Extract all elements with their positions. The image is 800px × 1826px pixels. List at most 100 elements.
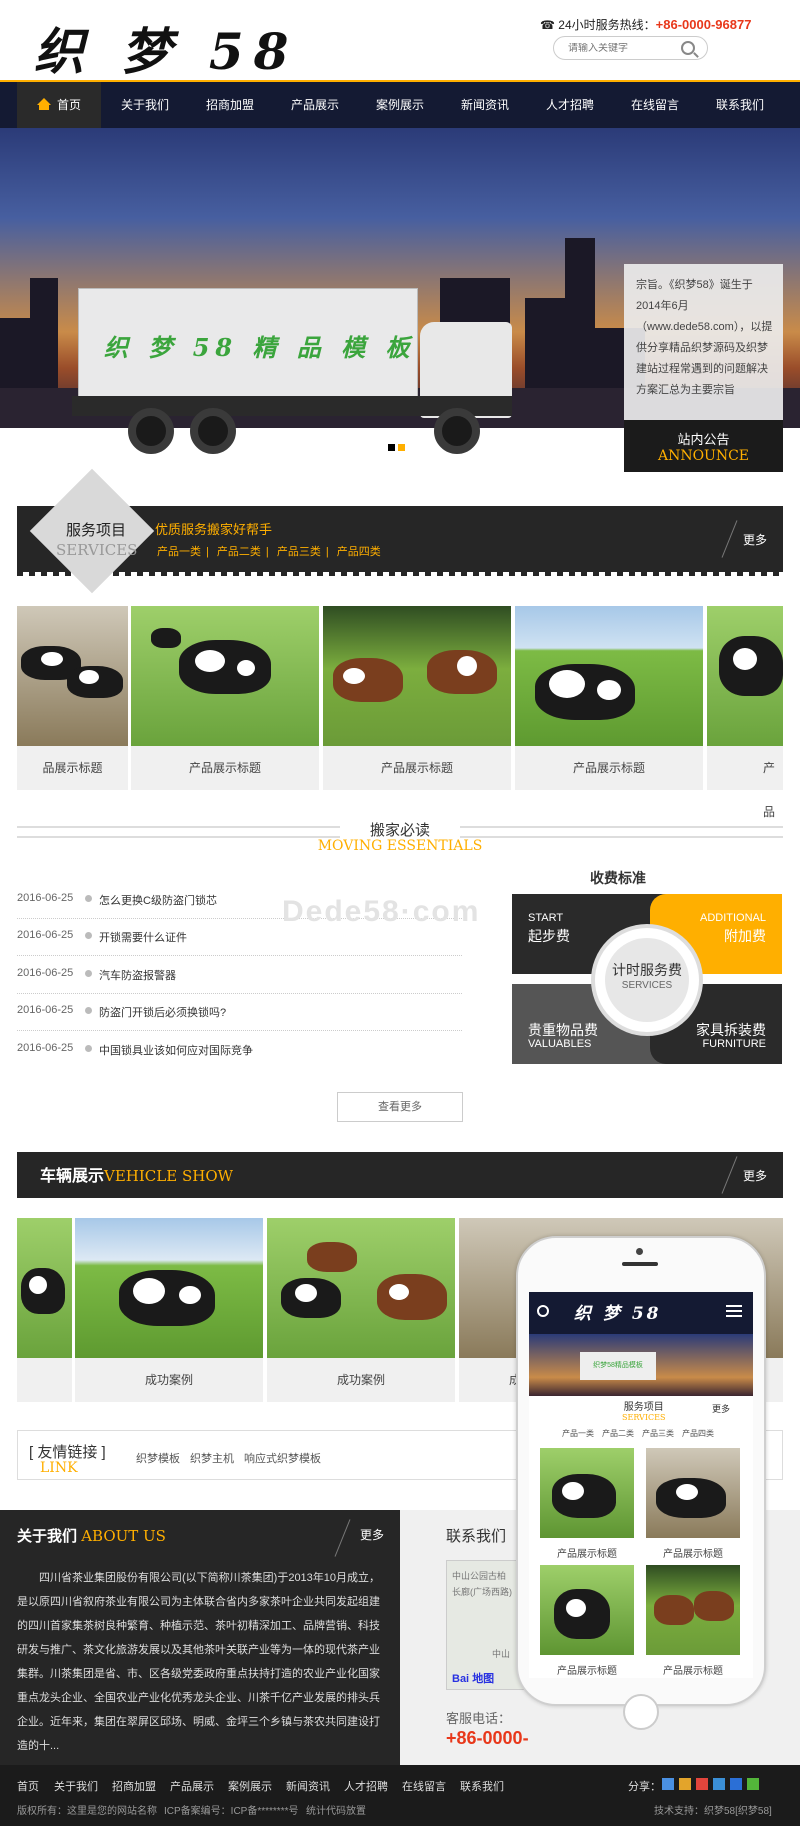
news-title[interactable]: 中国锁具业该如何应对国际竞争 — [99, 1042, 253, 1058]
friend-link[interactable]: 织梦模板 — [136, 1450, 180, 1466]
nav-item-join[interactable]: 招商加盟 — [187, 82, 273, 128]
banner-dot[interactable] — [388, 444, 395, 451]
footer-nav-item[interactable]: 招商加盟 — [112, 1778, 156, 1794]
timer-sub: SERVICES — [621, 980, 673, 991]
share-renren-icon[interactable] — [730, 1778, 742, 1790]
product-card[interactable]: 产品展示标题 — [131, 606, 319, 790]
cow-figure — [67, 666, 123, 698]
mobile-categories[interactable]: 产品一类 产品二类 产品三类 产品四类 — [562, 1428, 714, 1439]
share-friends-icon[interactable] — [679, 1778, 691, 1790]
product-image — [17, 606, 128, 746]
nav-item-cases[interactable]: 案例展示 — [357, 82, 443, 128]
share-label: 分享： — [628, 1781, 661, 1793]
mobile-product-image[interactable] — [540, 1565, 634, 1655]
share-weibo-icon[interactable] — [696, 1778, 708, 1790]
footer-nav-item[interactable]: 人才招聘 — [344, 1778, 388, 1794]
map-label: 中山公园古柏 — [452, 1571, 507, 1581]
news-item[interactable]: 2016-06-25 中国锁具业该如何应对国际竞争 — [17, 1032, 462, 1069]
mobile-product-caption: 产品展示标题 — [557, 1666, 617, 1677]
product-card[interactable]: 产品 — [707, 606, 783, 819]
mobile-product-image[interactable] — [646, 1565, 740, 1655]
truck-text: 织 梦 58 精 品 模 板 — [104, 333, 416, 362]
footer-nav-item[interactable]: 新闻资讯 — [286, 1778, 330, 1794]
news-title[interactable]: 怎么更换C级防盗门锁芯 — [99, 892, 217, 908]
nav-item-message[interactable]: 在线留言 — [612, 82, 698, 128]
footer-nav-item[interactable]: 关于我们 — [54, 1778, 98, 1794]
map-label: 长廊(广场西路) — [452, 1587, 512, 1597]
mobile-services-title: 服务项目 — [623, 1402, 664, 1413]
category-link[interactable]: 产品一类 — [157, 546, 201, 558]
services-subtitle: SERVICES — [56, 541, 138, 559]
banner-dot-active[interactable] — [398, 444, 405, 451]
case-card[interactable]: 成功案例 — [267, 1218, 455, 1402]
site-logo[interactable]: 织 梦 58 — [34, 12, 298, 84]
nav-item-products[interactable]: 产品展示 — [272, 82, 358, 128]
product-image — [515, 606, 703, 746]
mobile-more-link[interactable]: 更多 — [712, 1402, 730, 1415]
footer-nav-item[interactable]: 案例展示 — [228, 1778, 272, 1794]
announcement-title: 站内公告 — [677, 432, 730, 447]
nav-item-contact[interactable]: 联系我们 — [697, 82, 783, 128]
search-input[interactable] — [568, 43, 678, 54]
phone-home-button — [623, 1694, 659, 1730]
mobile-product-image[interactable] — [540, 1448, 634, 1538]
share-tqq-icon[interactable] — [713, 1778, 725, 1790]
nav-item-news[interactable]: 新闻资讯 — [442, 82, 528, 128]
cow-figure — [554, 1589, 610, 1639]
friend-link[interactable]: 响应式织梦模板 — [244, 1450, 321, 1466]
category-link[interactable]: 产品四类 — [337, 546, 381, 558]
support-text: 技术支持：织梦58[织梦58] — [654, 1806, 772, 1817]
mobile-logo[interactable]: 织 梦 58 — [574, 1299, 662, 1324]
fee-zh: 起步费 — [528, 928, 570, 944]
baidu-logo-text: Bai — [452, 1673, 470, 1685]
hotline-label: 24小时服务热线： — [558, 18, 656, 32]
about-more-link[interactable]: 更多 — [360, 1526, 384, 1543]
nav-item-jobs[interactable]: 人才招聘 — [527, 82, 613, 128]
cow-figure — [427, 650, 497, 694]
map-labels: 中山公园古柏 长廊(广场西路) 中山 — [452, 1568, 512, 1662]
services-more-link[interactable]: 更多 — [743, 531, 767, 548]
product-image — [707, 606, 783, 746]
case-caption — [17, 1358, 72, 1402]
links-title: [ 友情链接 ] — [29, 1444, 106, 1461]
search-icon[interactable] — [681, 41, 695, 55]
mobile-menu-icon[interactable] — [726, 1305, 742, 1317]
vehicle-title: 车辆展示VEHICLE SHOW — [40, 1162, 233, 1186]
news-title[interactable]: 开锁需要什么证件 — [99, 929, 187, 945]
footer-nav-item[interactable]: 首页 — [17, 1778, 39, 1794]
news-title[interactable]: 汽车防盗报警器 — [99, 967, 176, 983]
product-caption: 品展示标题 — [17, 746, 128, 790]
vehicle-more-link[interactable]: 更多 — [743, 1167, 767, 1184]
case-card[interactable]: 成功案例 — [75, 1218, 263, 1402]
news-item[interactable]: 2016-06-25 汽车防盗报警器 — [17, 957, 462, 994]
case-card[interactable] — [17, 1218, 72, 1402]
footer-nav-item[interactable]: 联系我们 — [460, 1778, 504, 1794]
product-card[interactable]: 品展示标题 — [17, 606, 128, 790]
view-more-button[interactable]: 查看更多 — [337, 1092, 463, 1122]
footer-nav-item[interactable]: 在线留言 — [402, 1778, 446, 1794]
footer-nav-item[interactable]: 产品展示 — [170, 1778, 214, 1794]
news-item[interactable]: 2016-06-25 防盗门开锁后必须换锁吗? — [17, 994, 462, 1031]
share-qzone-icon[interactable] — [662, 1778, 674, 1790]
phone-icon: ☎ — [540, 18, 555, 32]
nav-item-home[interactable]: 首页 — [17, 82, 101, 128]
timer-service[interactable]: 计时服务费 SERVICES — [605, 938, 689, 1022]
mobile-search-icon[interactable] — [537, 1305, 549, 1317]
truck-wheel — [128, 408, 174, 454]
product-card[interactable]: 产品展示标题 — [515, 606, 703, 790]
cow-figure — [654, 1595, 694, 1625]
nav-item-about[interactable]: 关于我们 — [102, 82, 188, 128]
banner-dots — [388, 440, 408, 454]
category-link[interactable]: 产品三类 — [277, 546, 321, 558]
bullet-icon — [85, 932, 92, 939]
copyright-text: 版权所有：这里是您的网站名称 — [17, 1806, 157, 1817]
cow-figure — [21, 1268, 65, 1314]
product-card[interactable]: 产品展示标题 — [323, 606, 511, 790]
map-label: 中山 — [492, 1649, 511, 1659]
mobile-product-image[interactable] — [646, 1448, 740, 1538]
friend-link[interactable]: 织梦主机 — [190, 1450, 234, 1466]
truck-wheel — [190, 408, 236, 454]
share-wechat-icon[interactable] — [747, 1778, 759, 1790]
news-title[interactable]: 防盗门开锁后必须换锁吗? — [99, 1004, 226, 1020]
category-link[interactable]: 产品二类 — [217, 546, 261, 558]
